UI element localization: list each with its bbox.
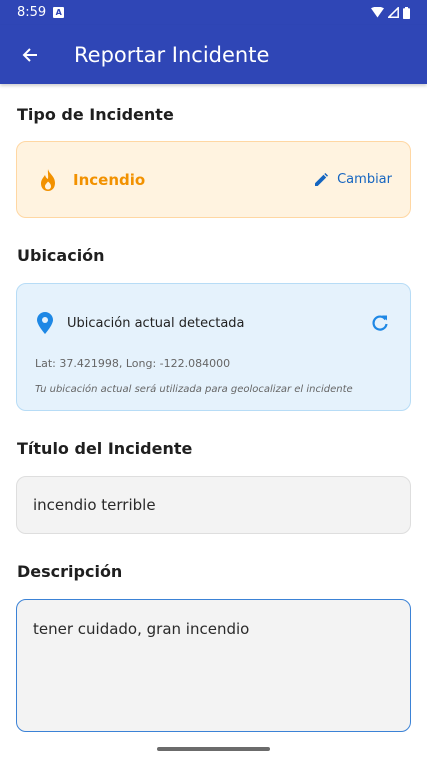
gesture-nav-handle[interactable] [157,747,270,751]
notification-a-icon: A [53,7,65,18]
location-card: Ubicación actual detectada Lat: 37.42199… [16,283,411,411]
location-note: Tu ubicación actual será utilizada para … [35,384,353,395]
page-title: Reportar Incidente [74,42,270,67]
wifi-icon [371,7,384,18]
app-bar: Reportar Incidente [0,25,427,84]
description-label: Descripción [17,562,123,581]
status-right [371,6,410,19]
incident-type-label: Tipo de Incidente [17,105,174,124]
signal-icon [388,7,399,18]
change-type-label: Cambiar [337,172,392,187]
location-label: Ubicación [17,246,105,265]
incident-title-label: Título del Incidente [17,439,193,458]
clock: 8:59 [17,5,47,20]
refresh-icon [372,315,388,331]
status-left: 8:59 A [17,5,65,20]
refresh-location-button[interactable] [368,311,392,335]
location-status: Ubicación actual detectada [67,315,245,331]
back-button[interactable] [18,43,42,67]
status-bar: 8:59 A [0,0,427,25]
incident-title-input[interactable] [16,476,411,534]
screen: 8:59 A Reportar Incidente Tipo de Incide… [0,0,427,759]
incident-type-value: Incendio [73,170,146,189]
fire-icon [41,168,55,191]
edit-pencil-icon [315,172,329,186]
location-coordinates: Lat: 37.421998, Long: -122.084000 [35,357,231,370]
location-row: Ubicación actual detectada [37,311,392,335]
incident-type-card: Incendio Cambiar [16,141,411,218]
change-type-button[interactable]: Cambiar [314,172,392,187]
description-input[interactable]: tener cuidado, gran incendio [16,599,411,732]
location-pin-icon [37,312,53,334]
battery-icon [403,6,410,19]
arrow-back-icon [22,47,37,62]
